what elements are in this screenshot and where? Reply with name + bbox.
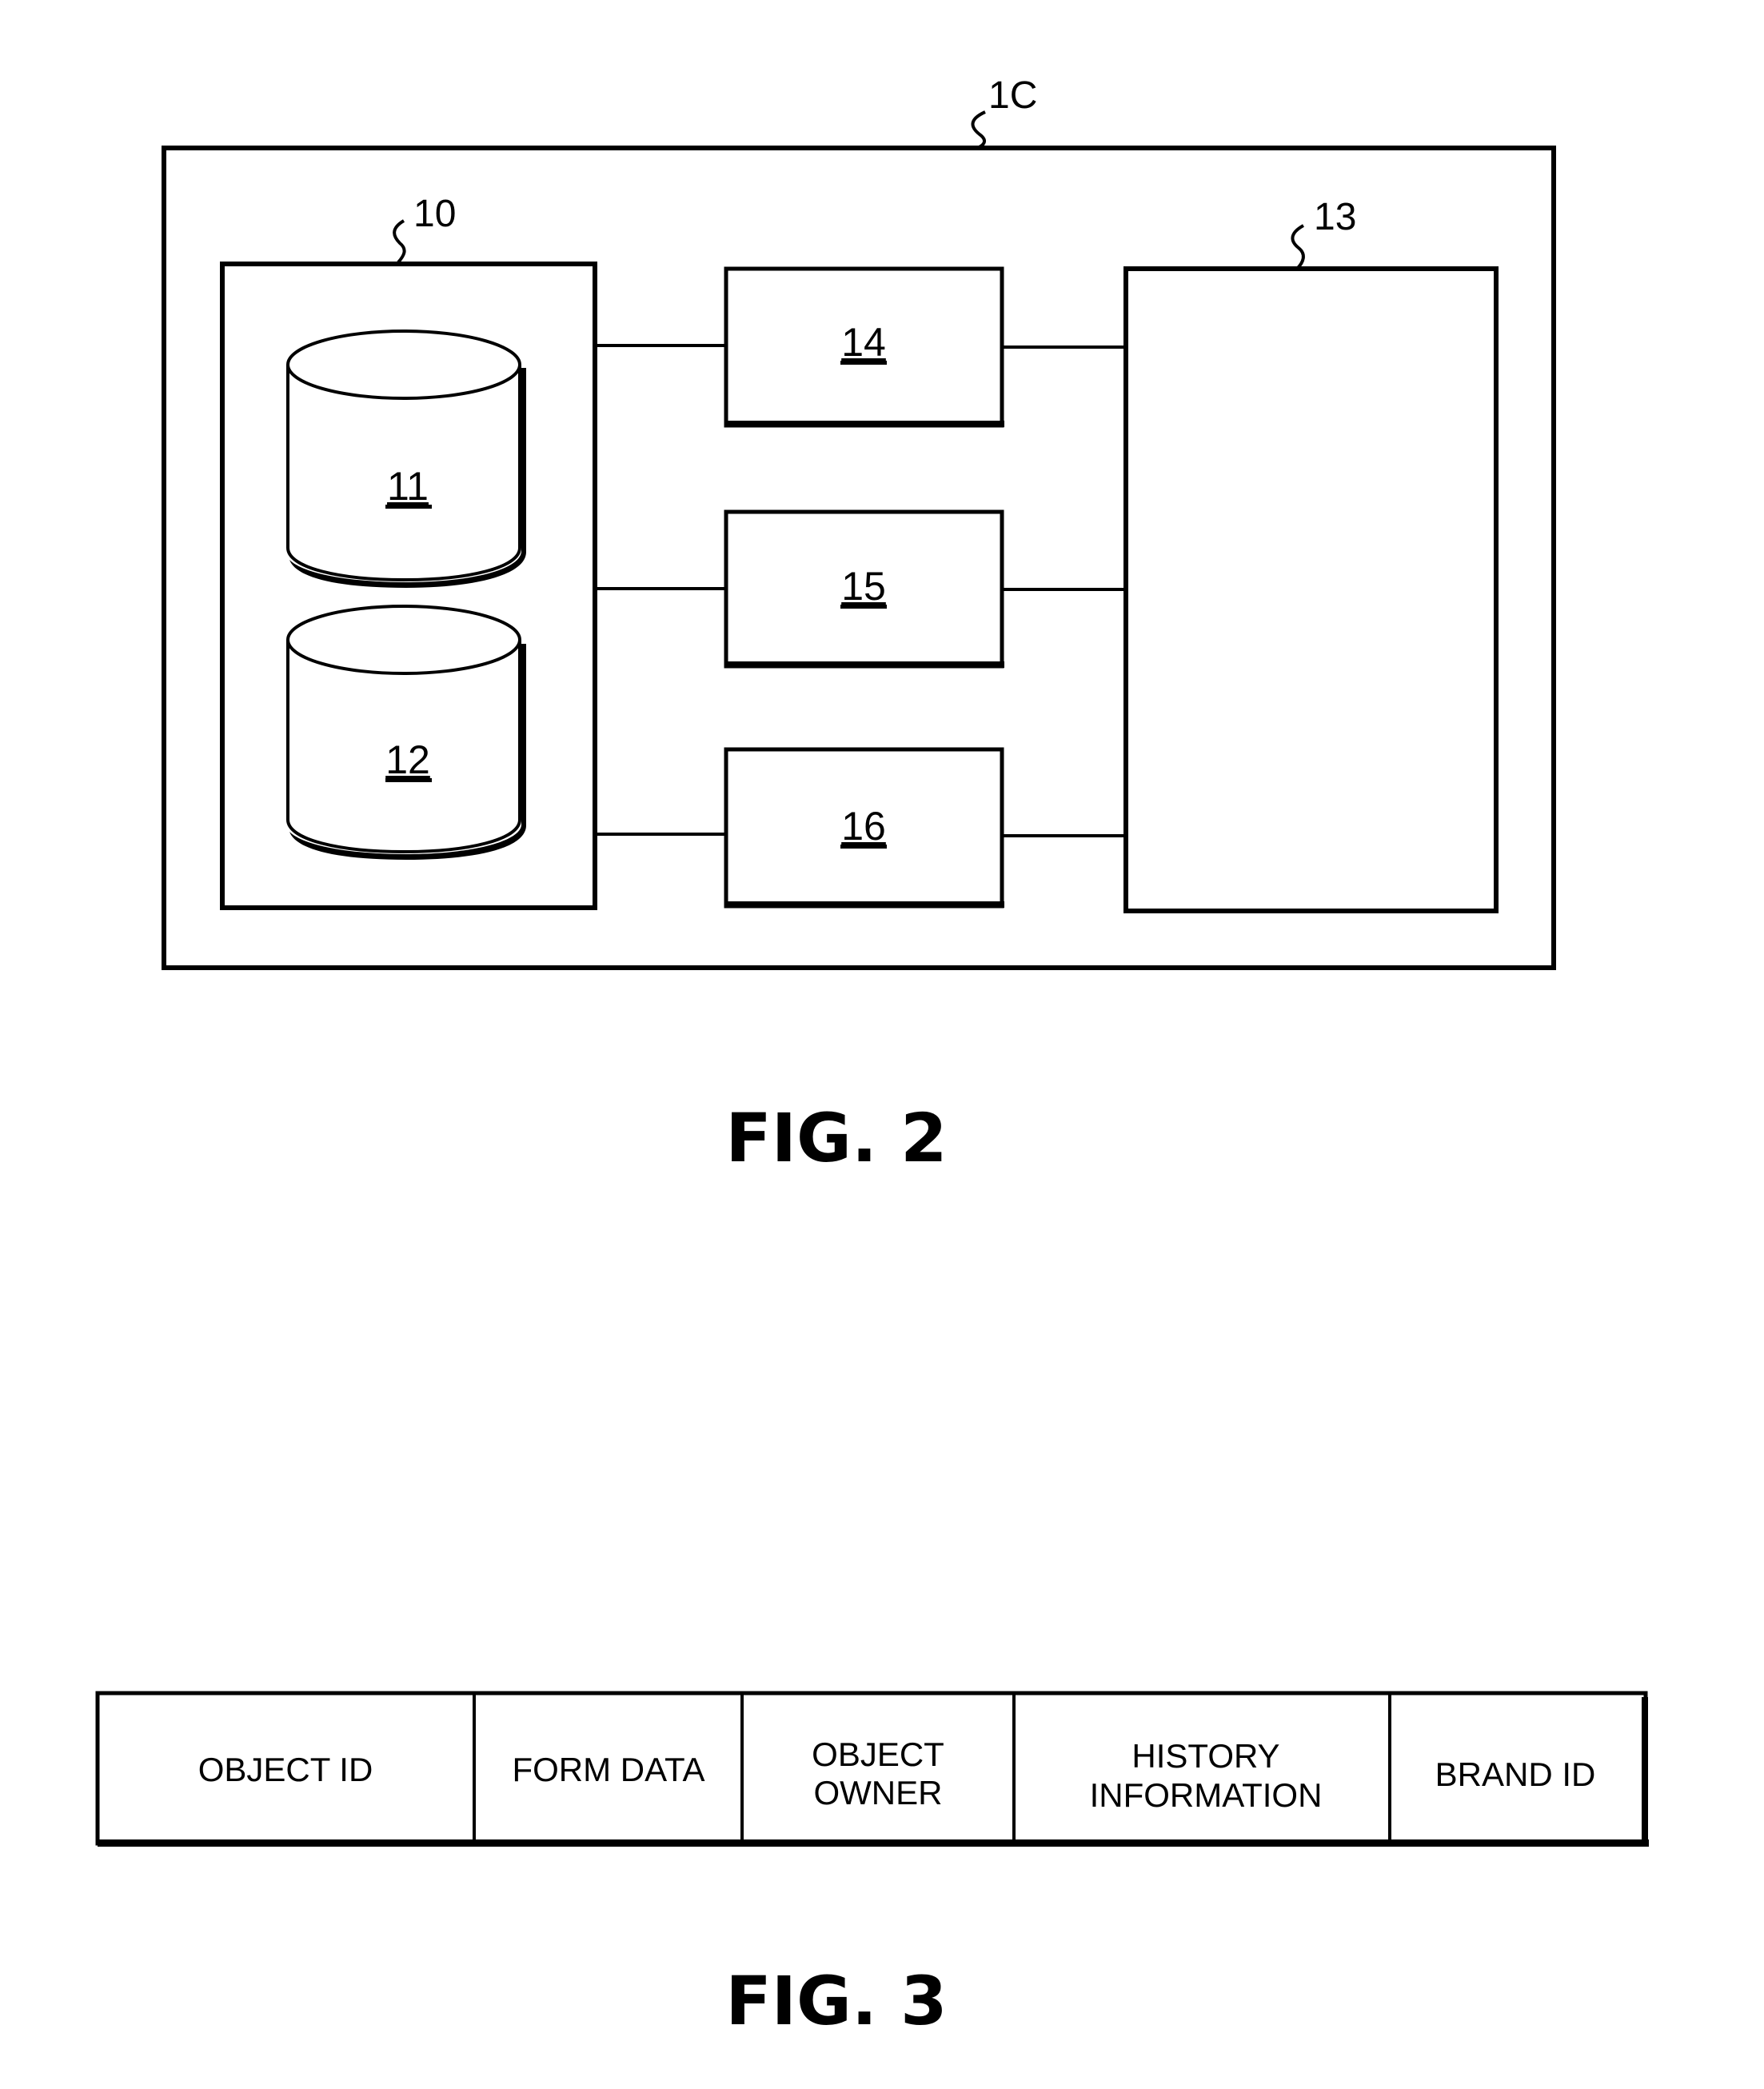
leader-squiggle-13	[1291, 224, 1305, 270]
module-box-16: 16	[724, 747, 1004, 909]
field-label: BRAND ID	[1435, 1755, 1596, 1793]
figure-3-record-format: OBJECT ID FORM DATA OBJECT OWNER HISTORY…	[95, 1691, 1649, 2040]
ref-label-13: 13	[1314, 196, 1356, 238]
module-box-15: 15	[724, 509, 1004, 669]
leader-squiggle-10	[393, 219, 406, 264]
field-object-id: OBJECT ID	[198, 1751, 373, 1788]
database-cylinder-11: 11	[286, 330, 526, 588]
processor-box-13	[1123, 266, 1499, 913]
record-shadow-right	[1642, 1697, 1648, 1847]
module-label-16: 16	[841, 804, 886, 849]
database-label-12: 12	[385, 737, 430, 782]
field-object-owner: OBJECT OWNER	[812, 1736, 944, 1811]
record-shadow-bottom	[98, 1839, 1649, 1847]
module-box-14: 14	[724, 266, 1004, 428]
label-underline	[840, 605, 887, 609]
label-underline	[840, 361, 887, 365]
label-underline	[385, 778, 432, 782]
ref-label-10: 10	[413, 193, 456, 235]
cylinder-top	[286, 330, 521, 400]
module-label-14: 14	[841, 320, 886, 365]
field-label-line-2: OWNER	[814, 1774, 943, 1811]
field-form-data: FORM DATA	[512, 1751, 704, 1788]
figure-caption-2: FIG. 2	[725, 1099, 947, 1177]
database-label-11: 11	[387, 464, 429, 509]
figure-caption-3: FIG. 3	[725, 1962, 947, 2040]
figure-2: 1C 10 11 12 14 15 16 13 FIG. 2	[162, 74, 1556, 1177]
field-label-line-1: HISTORY	[1131, 1737, 1279, 1775]
field-label-line-1: OBJECT	[812, 1736, 944, 1773]
field-history-information: HISTORY INFORMATION	[1090, 1737, 1323, 1814]
module-shadow	[726, 901, 1004, 908]
module-shadow	[726, 661, 1004, 668]
field-label: OBJECT ID	[198, 1751, 373, 1788]
module-shadow	[726, 421, 1004, 427]
field-label-line-2: INFORMATION	[1090, 1776, 1323, 1814]
module-label-15: 15	[841, 564, 886, 609]
field-label: FORM DATA	[512, 1751, 704, 1788]
cylinder-top	[286, 605, 521, 675]
label-underline	[840, 845, 887, 849]
field-brand-id: BRAND ID	[1435, 1755, 1596, 1793]
patent-drawing-sheet: 1C 10 11 12 14 15 16 13 FIG. 2 OBJECT ID…	[95, 74, 1649, 2040]
label-underline	[385, 505, 432, 509]
ref-label-1c: 1C	[988, 74, 1037, 117]
database-cylinder-12: 12	[286, 605, 526, 860]
leader-squiggle-1c	[971, 110, 986, 150]
